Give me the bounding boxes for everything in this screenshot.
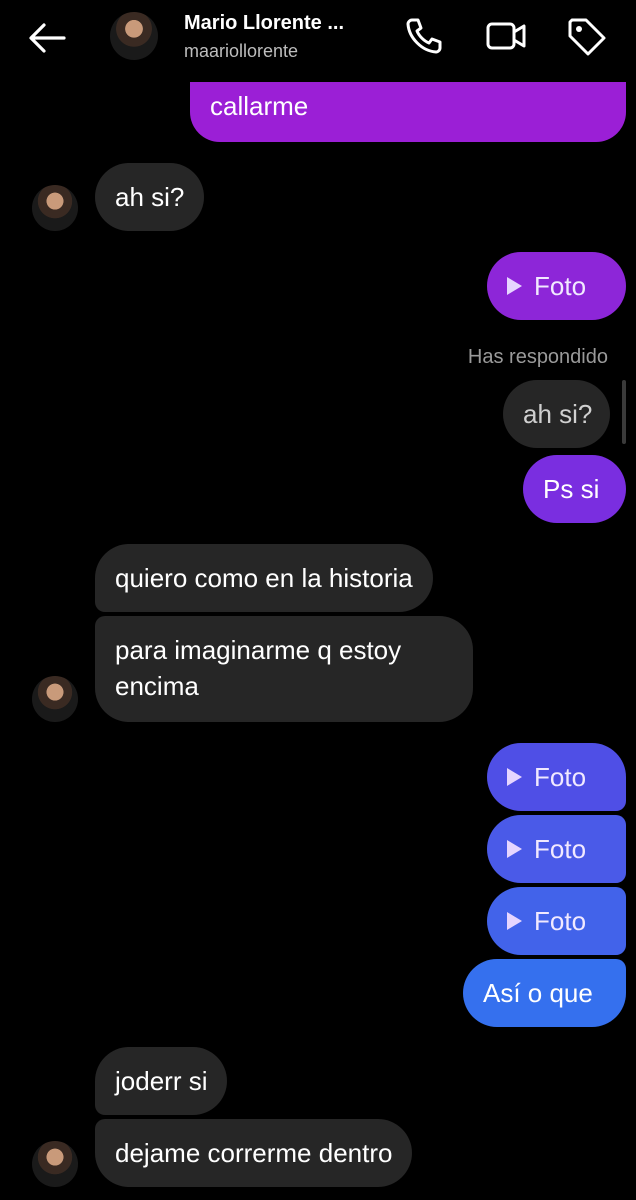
- message-text: ah si?: [523, 399, 593, 429]
- contact-username[interactable]: maariollorente: [184, 41, 298, 62]
- tag-button[interactable]: [564, 14, 608, 58]
- photo-label: Foto: [534, 271, 587, 301]
- contact-avatar[interactable]: [32, 1141, 78, 1187]
- voice-call-button[interactable]: [402, 14, 446, 58]
- scrollbar[interactable]: [622, 380, 626, 444]
- message-text: ah si?: [115, 182, 185, 212]
- tag-icon: [568, 18, 606, 56]
- sent-photo-message[interactable]: Foto: [487, 743, 626, 811]
- phone-icon: [406, 18, 442, 54]
- video-call-button[interactable]: [484, 14, 528, 58]
- sent-photo-message[interactable]: Foto: [487, 252, 626, 320]
- play-icon: [507, 840, 522, 859]
- received-message[interactable]: joderr si: [95, 1047, 228, 1115]
- chat-screen: callarme ah si? Foto Has respondido ah s…: [0, 0, 636, 1200]
- reply-status: Has respondido: [467, 346, 608, 368]
- replied-message-preview[interactable]: ah si?: [503, 380, 610, 448]
- video-camera-icon: [486, 22, 526, 50]
- message-text: quiero como en la historia: [115, 563, 413, 593]
- message-text: dejame correrme dentro: [115, 1138, 393, 1168]
- received-message[interactable]: quiero como en la historia: [95, 544, 433, 612]
- received-message[interactable]: ah si?: [95, 163, 205, 231]
- message-text: Así o que: [483, 978, 593, 1008]
- photo-label: Foto: [534, 762, 587, 792]
- play-icon: [507, 912, 522, 931]
- contact-avatar[interactable]: [32, 185, 78, 231]
- photo-label: Foto: [534, 834, 587, 864]
- play-icon: [507, 768, 522, 787]
- message-text: para imaginarme q estoy encima: [115, 635, 402, 701]
- arrow-left-icon: [29, 23, 66, 53]
- sent-photo-message[interactable]: Foto: [487, 815, 626, 883]
- message-text: Ps si: [543, 474, 600, 504]
- sent-photo-message[interactable]: Foto: [487, 887, 626, 955]
- photo-label: Foto: [534, 906, 587, 936]
- contact-avatar[interactable]: [32, 676, 78, 722]
- message-thread[interactable]: callarme ah si? Foto Has respondido ah s…: [0, 0, 636, 1200]
- message-text: callarme: [210, 91, 309, 121]
- header-avatar[interactable]: [110, 12, 158, 60]
- chat-header: Mario Llorente ... maariollorente: [0, 0, 636, 82]
- received-message[interactable]: dejame correrme dentro: [95, 1119, 413, 1187]
- contact-name[interactable]: Mario Llorente ...: [184, 12, 344, 35]
- received-message[interactable]: para imaginarme q estoy encima: [95, 616, 473, 722]
- message-text: joderr si: [115, 1066, 208, 1096]
- play-icon: [507, 277, 522, 296]
- sent-message[interactable]: Ps si: [523, 455, 626, 523]
- back-button[interactable]: [22, 18, 70, 58]
- sent-message[interactable]: Así o que: [463, 959, 626, 1027]
